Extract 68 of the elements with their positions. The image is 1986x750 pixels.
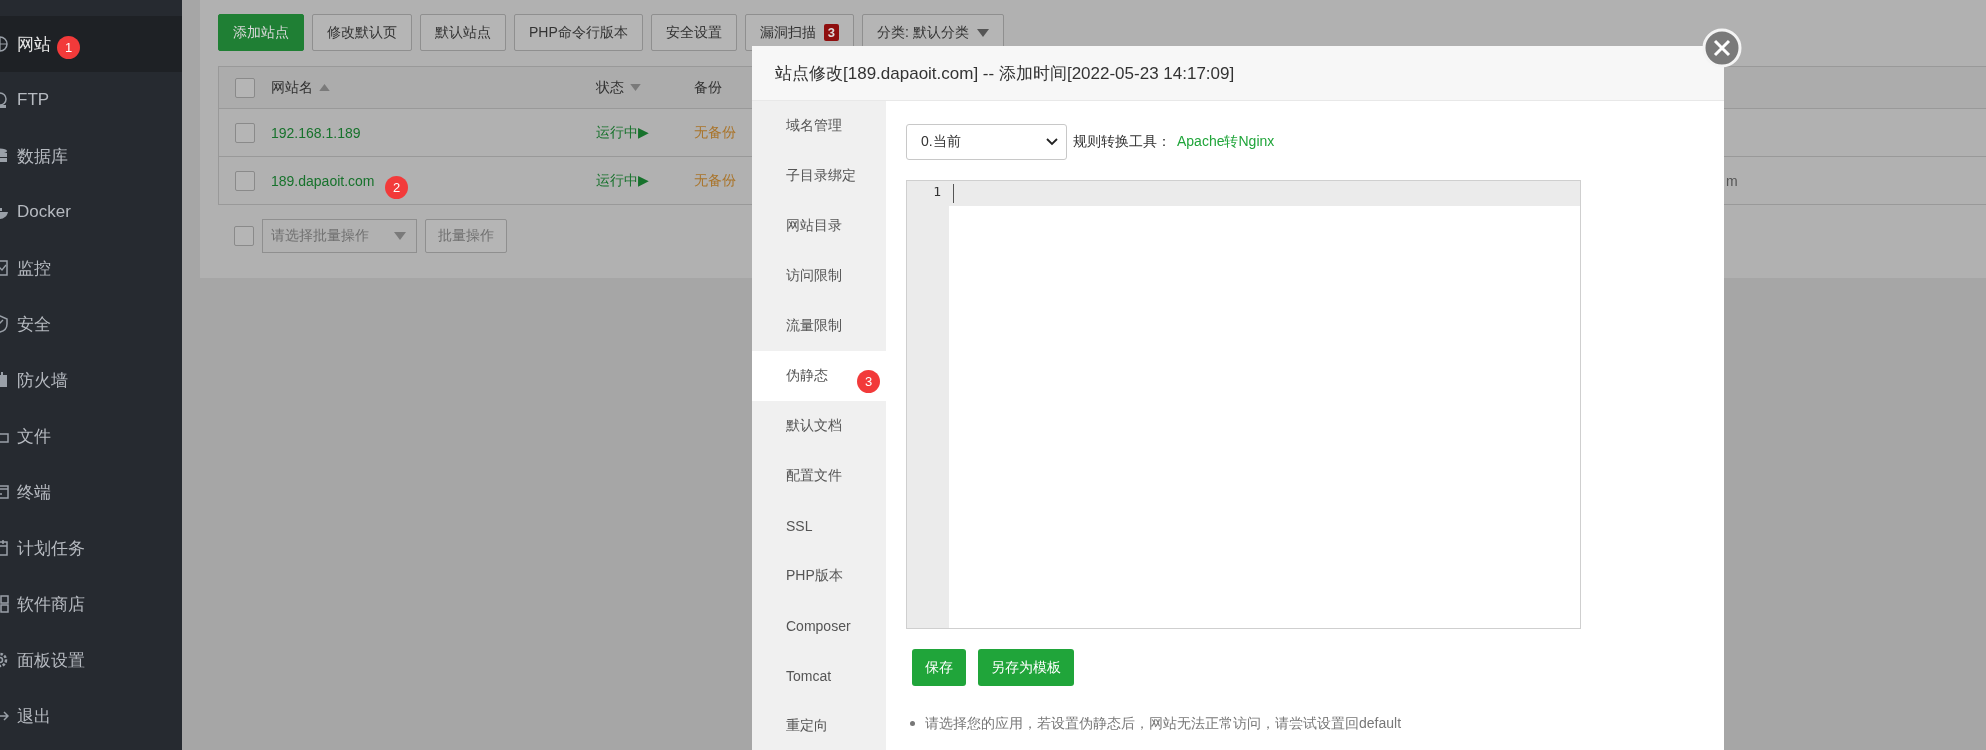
nav-item[interactable]: 网站目录 [752, 201, 886, 251]
sidebar-label: 退出 [17, 705, 51, 728]
sidebar-item[interactable]: 监控 [0, 240, 182, 296]
nav-item[interactable]: 配置文件 [752, 451, 886, 501]
sidebar-label: 面板设置 [17, 649, 85, 672]
dialog-title: 站点修改[189.dapaoit.com] -- 添加时间[2022-05-23 14:17:09] [775, 62, 1235, 85]
sidebar-label: Docker [17, 202, 71, 222]
step-marker: 2 [385, 176, 408, 199]
text-cursor [953, 184, 954, 203]
sidebar-item[interactable]: Docker [0, 184, 182, 240]
sidebar-label: 网站 [17, 33, 51, 56]
nav-item[interactable]: PHP版本 [752, 551, 886, 601]
sidebar-item[interactable]: 计划任务 [0, 520, 182, 576]
sidebar-item[interactable]: 网站 1 [0, 16, 182, 72]
nav-item[interactable]: Tomcat [752, 651, 886, 701]
nav-item[interactable]: 流量限制 [752, 301, 886, 351]
toolbar-button[interactable]: 默认站点 [420, 14, 506, 51]
table-cell: m [1726, 172, 1738, 189]
caret-icon [976, 28, 989, 37]
checkbox[interactable] [234, 226, 254, 246]
sidebar-label: 监控 [17, 257, 51, 280]
help-note: 请选择您的应用，若设置伪静态后，网站无法正常访问，请尝试设置回default [925, 714, 1402, 732]
checkbox[interactable] [235, 122, 255, 143]
sidebar-item[interactable]: 安全 [0, 296, 182, 352]
toolbar-button[interactable]: 修改默认页 [312, 14, 412, 51]
toolbar-button[interactable]: PHP命令行版本 [514, 14, 643, 51]
sidebar-label: 计划任务 [17, 537, 85, 560]
sidebar-item[interactable]: 终端 [0, 464, 182, 520]
sidebar-label: 软件商店 [17, 593, 85, 616]
step-marker: 3 [857, 370, 880, 393]
tool-label: 规则转换工具： [1073, 133, 1171, 151]
sidebar-label: 数据库 [17, 145, 68, 168]
column-header[interactable]: 网站名 [271, 78, 313, 97]
sidebar-label: 安全 [17, 313, 51, 336]
toolbar-button[interactable]: 添加站点 [218, 14, 304, 51]
nav-item[interactable]: Composer [752, 601, 886, 651]
sidebar-label: 终端 [17, 481, 51, 504]
step-marker: 1 [57, 36, 80, 59]
nav-item[interactable]: 访问限制 [752, 251, 886, 301]
sidebar-label: FTP [17, 90, 50, 110]
column-header[interactable]: 备份 [694, 78, 722, 97]
checkbox[interactable] [235, 170, 255, 191]
nav-item[interactable]: 域名管理 [752, 101, 886, 151]
sidebar-item[interactable]: 文件 [0, 408, 182, 464]
caret-icon [394, 232, 406, 240]
nav-item[interactable]: 重定向 [752, 701, 886, 750]
bullet-icon [910, 720, 915, 726]
nav-item[interactable]: 默认文档 [752, 401, 886, 451]
sidebar-item[interactable]: 软件商店 [0, 576, 182, 632]
code-editor[interactable]: 1 [906, 180, 1581, 629]
sidebar-item[interactable]: FTP [0, 72, 182, 128]
sidebar-label: 文件 [17, 425, 51, 448]
sidebar-item[interactable]: 退出 [0, 688, 182, 744]
nav-item[interactable]: 伪静态 3 [752, 351, 886, 401]
sidebar-item[interactable]: 防火墙 [0, 352, 182, 408]
nav-item[interactable]: 子目录绑定 [752, 151, 886, 201]
sidebar-item[interactable]: 数据库 [0, 128, 182, 184]
sidebar-label: 防火墙 [17, 369, 68, 392]
close-icon[interactable] [1702, 28, 1742, 68]
rule-select[interactable]: 0.当前 [906, 124, 1067, 160]
nav-item[interactable]: SSL [752, 501, 886, 551]
sidebar-item[interactable]: 面板设置 [0, 632, 182, 688]
line-number: 1 [932, 183, 942, 201]
chevron-icon [1046, 138, 1058, 146]
count-badge: 3 [823, 24, 840, 41]
checkbox[interactable] [235, 77, 255, 98]
toolbar-button[interactable]: 安全设置 [650, 14, 737, 51]
column-header[interactable]: 状态 [596, 78, 624, 97]
